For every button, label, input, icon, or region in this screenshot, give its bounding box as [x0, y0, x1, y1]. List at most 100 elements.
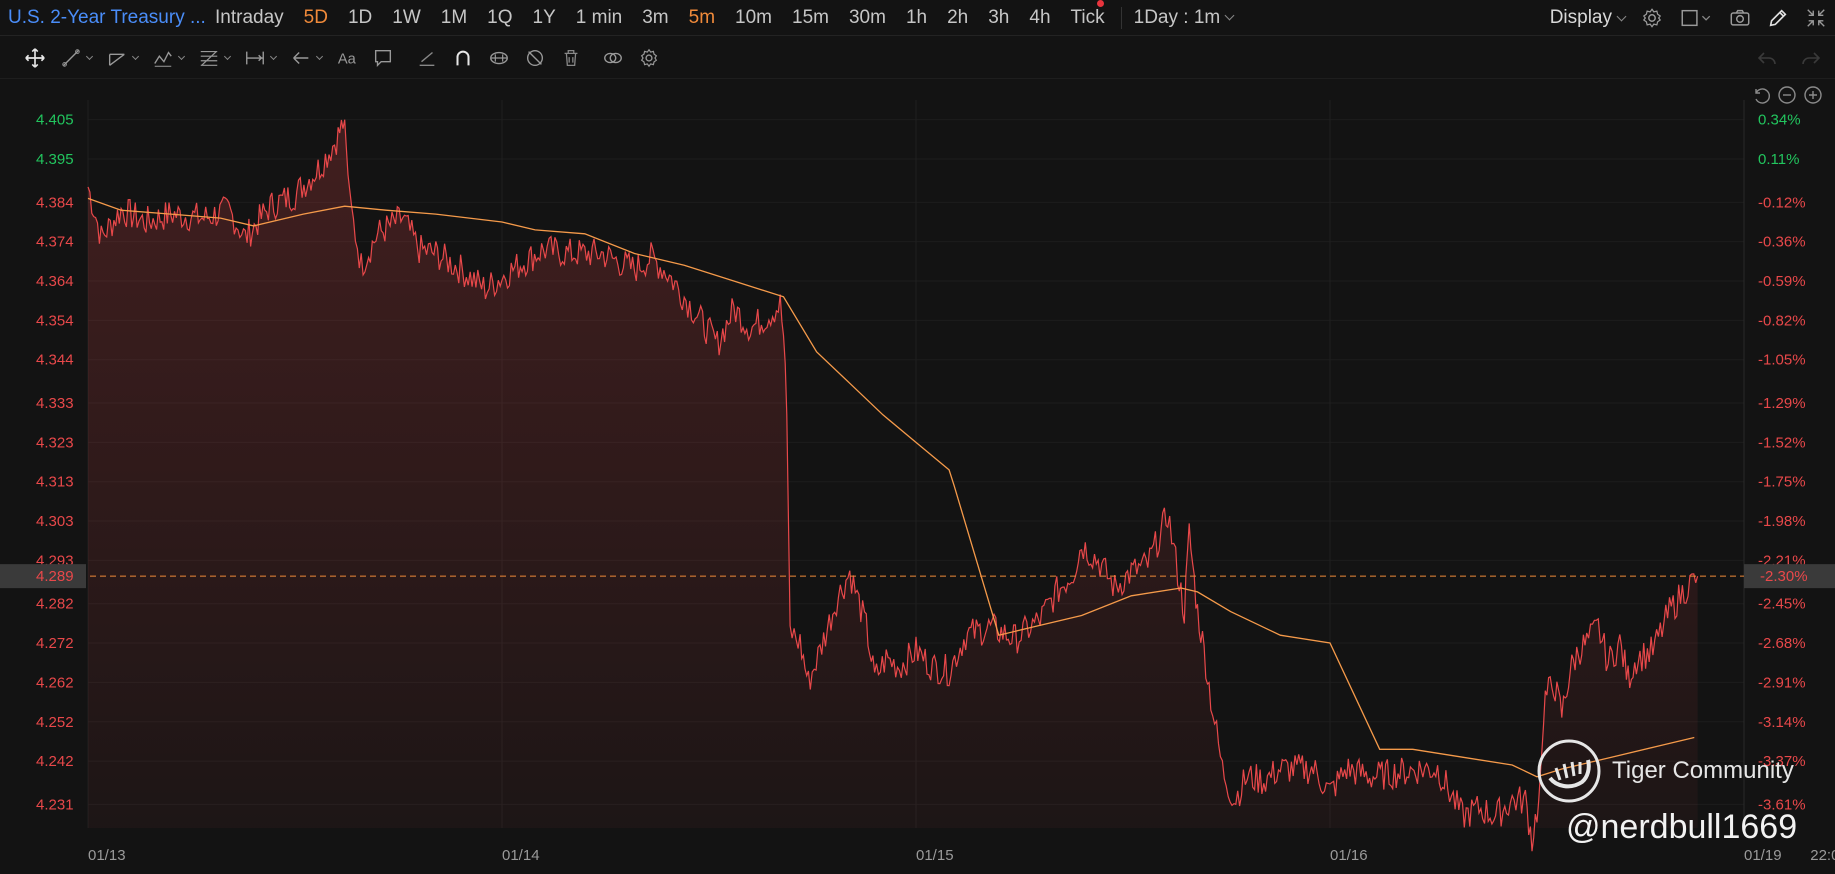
time-tick-label: 01/19: [1744, 847, 1782, 864]
price-tick-label: 4.231: [36, 796, 74, 813]
price-tick-label: 4.333: [36, 395, 74, 412]
fib-tool-icon[interactable]: [198, 47, 232, 69]
percent-tick-label: -1.29%: [1758, 395, 1806, 412]
timeframe-4h[interactable]: 4h: [1019, 7, 1060, 29]
percent-tick-label: -2.45%: [1758, 596, 1806, 613]
brand-name: Tiger Community: [1612, 757, 1794, 784]
price-tick-label: 4.405: [36, 112, 74, 129]
price-tick-label: 4.384: [36, 194, 74, 211]
chevron-down-icon: [1616, 11, 1627, 21]
price-tick-label: 4.242: [36, 753, 74, 770]
pencil-icon[interactable]: [1767, 7, 1789, 29]
collapse-icon[interactable]: [1805, 7, 1827, 29]
arrow-tool-icon[interactable]: [290, 47, 324, 69]
timeframe-5d[interactable]: 5D: [294, 7, 338, 29]
note-tool-icon[interactable]: [372, 47, 394, 69]
timeframe-3m[interactable]: 3m: [632, 7, 678, 29]
price-tick-label: 4.364: [36, 273, 74, 290]
price-tick-label: 4.252: [36, 714, 74, 731]
undo-icon[interactable]: [1755, 46, 1779, 70]
eraser-icon[interactable]: [416, 47, 438, 69]
interval-label: 1Day : 1m: [1133, 6, 1221, 28]
percent-tick-label: -1.52%: [1758, 434, 1806, 451]
percent-tick-label: -1.05%: [1758, 352, 1806, 369]
price-tick-label: 4.354: [36, 312, 74, 329]
time-axis: 01/1301/1401/1501/1601/1922:0002:0006:00…: [88, 847, 1835, 864]
zoom-in-icon[interactable]: [1803, 85, 1823, 105]
price-tick-label: 4.344: [36, 352, 74, 369]
price-tick-label: 4.313: [36, 474, 74, 491]
lock-icon[interactable]: [488, 47, 510, 69]
chart-zoom-controls: [1751, 85, 1823, 105]
user-handle: @nerdbull1669: [1566, 808, 1798, 846]
percent-tick-label: -3.14%: [1758, 714, 1806, 731]
price-tick-label: 4.374: [36, 234, 74, 251]
timeframe-1w[interactable]: 1W: [382, 7, 431, 29]
timeframe-3h[interactable]: 3h: [978, 7, 1019, 29]
camera-icon[interactable]: [1729, 7, 1751, 29]
move-icon[interactable]: [24, 47, 46, 69]
percent-tick-label: -0.36%: [1758, 234, 1806, 251]
timeframe-15m[interactable]: 15m: [782, 7, 839, 29]
current-percent-label: -2.30%: [1760, 568, 1808, 585]
link-icon[interactable]: [602, 47, 624, 69]
reset-icon[interactable]: [1751, 85, 1771, 105]
display-button[interactable]: Display: [1549, 7, 1627, 29]
svg-text:Aa: Aa: [338, 51, 357, 67]
price-tick-label: 4.282: [36, 596, 74, 613]
timeframe-1d[interactable]: 1D: [338, 7, 382, 29]
percent-tick-label: -0.82%: [1758, 312, 1806, 329]
timeframe-1m[interactable]: 1M: [431, 7, 477, 29]
timeframe-bar: Intraday 5D 1D 1W 1M 1Q 1Y 1 min 3m 5m 10m 15m 30m 1h…: [205, 7, 1115, 29]
timeframe-5m[interactable]: 5m: [679, 7, 725, 29]
current-price-label: 4.289: [36, 568, 74, 585]
percent-tick-label: -1.98%: [1758, 513, 1806, 530]
time-tick-label: 01/16: [1330, 847, 1368, 864]
timeframe-tick[interactable]: Tick: [1061, 7, 1115, 29]
tiger-community-watermark: Tiger Community: [1536, 738, 1794, 804]
channel-tool-icon[interactable]: [106, 47, 140, 69]
display-label: Display: [1549, 7, 1612, 28]
top-right-tools: Display: [1550, 0, 1827, 36]
percent-tick-label: -1.75%: [1758, 474, 1806, 491]
line-tool-icon[interactable]: [60, 47, 94, 69]
timeframe-1h[interactable]: 1h: [896, 7, 937, 29]
tiger-logo: [1537, 739, 1601, 803]
timeframe-1-min[interactable]: 1 min: [566, 7, 632, 29]
price-area-fill: [88, 119, 1698, 852]
drawing-toolbar: Aa: [0, 37, 1835, 79]
percent-tick-label: 0.11%: [1758, 151, 1799, 168]
text-tool-icon[interactable]: Aa: [336, 47, 358, 69]
delete-icon[interactable]: [560, 47, 582, 69]
timeframe-2h[interactable]: 2h: [937, 7, 978, 29]
history-controls: [1755, 46, 1823, 70]
price-tick-label: 4.303: [36, 513, 74, 530]
top-toolbar: U.S. 2-Year Treasury ... Intraday 5D 1D 1W 1…: [0, 0, 1835, 36]
measure-tool-icon[interactable]: [244, 47, 278, 69]
magnet-icon[interactable]: [452, 47, 474, 69]
timeframe-1y[interactable]: 1Y: [523, 7, 566, 29]
price-axis-left: 4.405 4.395 4.384 4.374 4.364 4.354 4.344 4.333…: [36, 112, 74, 814]
tick-notification-dot: [1097, 0, 1104, 7]
gear-icon[interactable]: [1641, 7, 1663, 29]
time-tick-label: 01/13: [88, 847, 126, 864]
time-tick-label: 01/14: [502, 847, 540, 864]
settings-icon[interactable]: [638, 47, 660, 69]
price-tick-label: 4.323: [36, 434, 74, 451]
timeframe-30m[interactable]: 30m: [839, 7, 896, 29]
redo-icon[interactable]: [1799, 46, 1823, 70]
interval-selector[interactable]: 1Day : 1m: [1128, 7, 1240, 29]
symbol-title[interactable]: U.S. 2-Year Treasury ...: [0, 7, 205, 29]
price-tick-label: 4.262: [36, 674, 74, 691]
price-tick-label: 4.272: [36, 635, 74, 652]
percent-tick-label: 0.34%: [1758, 112, 1801, 129]
zoom-out-icon[interactable]: [1777, 85, 1797, 105]
pattern-tool-icon[interactable]: [152, 47, 186, 69]
timeframe-intraday[interactable]: Intraday: [205, 7, 294, 29]
percent-tick-label: -0.59%: [1758, 273, 1806, 290]
timeframe-1q[interactable]: 1Q: [477, 7, 522, 29]
percent-tick-label: -2.91%: [1758, 674, 1806, 691]
hide-icon[interactable]: [524, 47, 546, 69]
square-icon[interactable]: [1679, 7, 1713, 29]
timeframe-10m[interactable]: 10m: [725, 7, 782, 29]
